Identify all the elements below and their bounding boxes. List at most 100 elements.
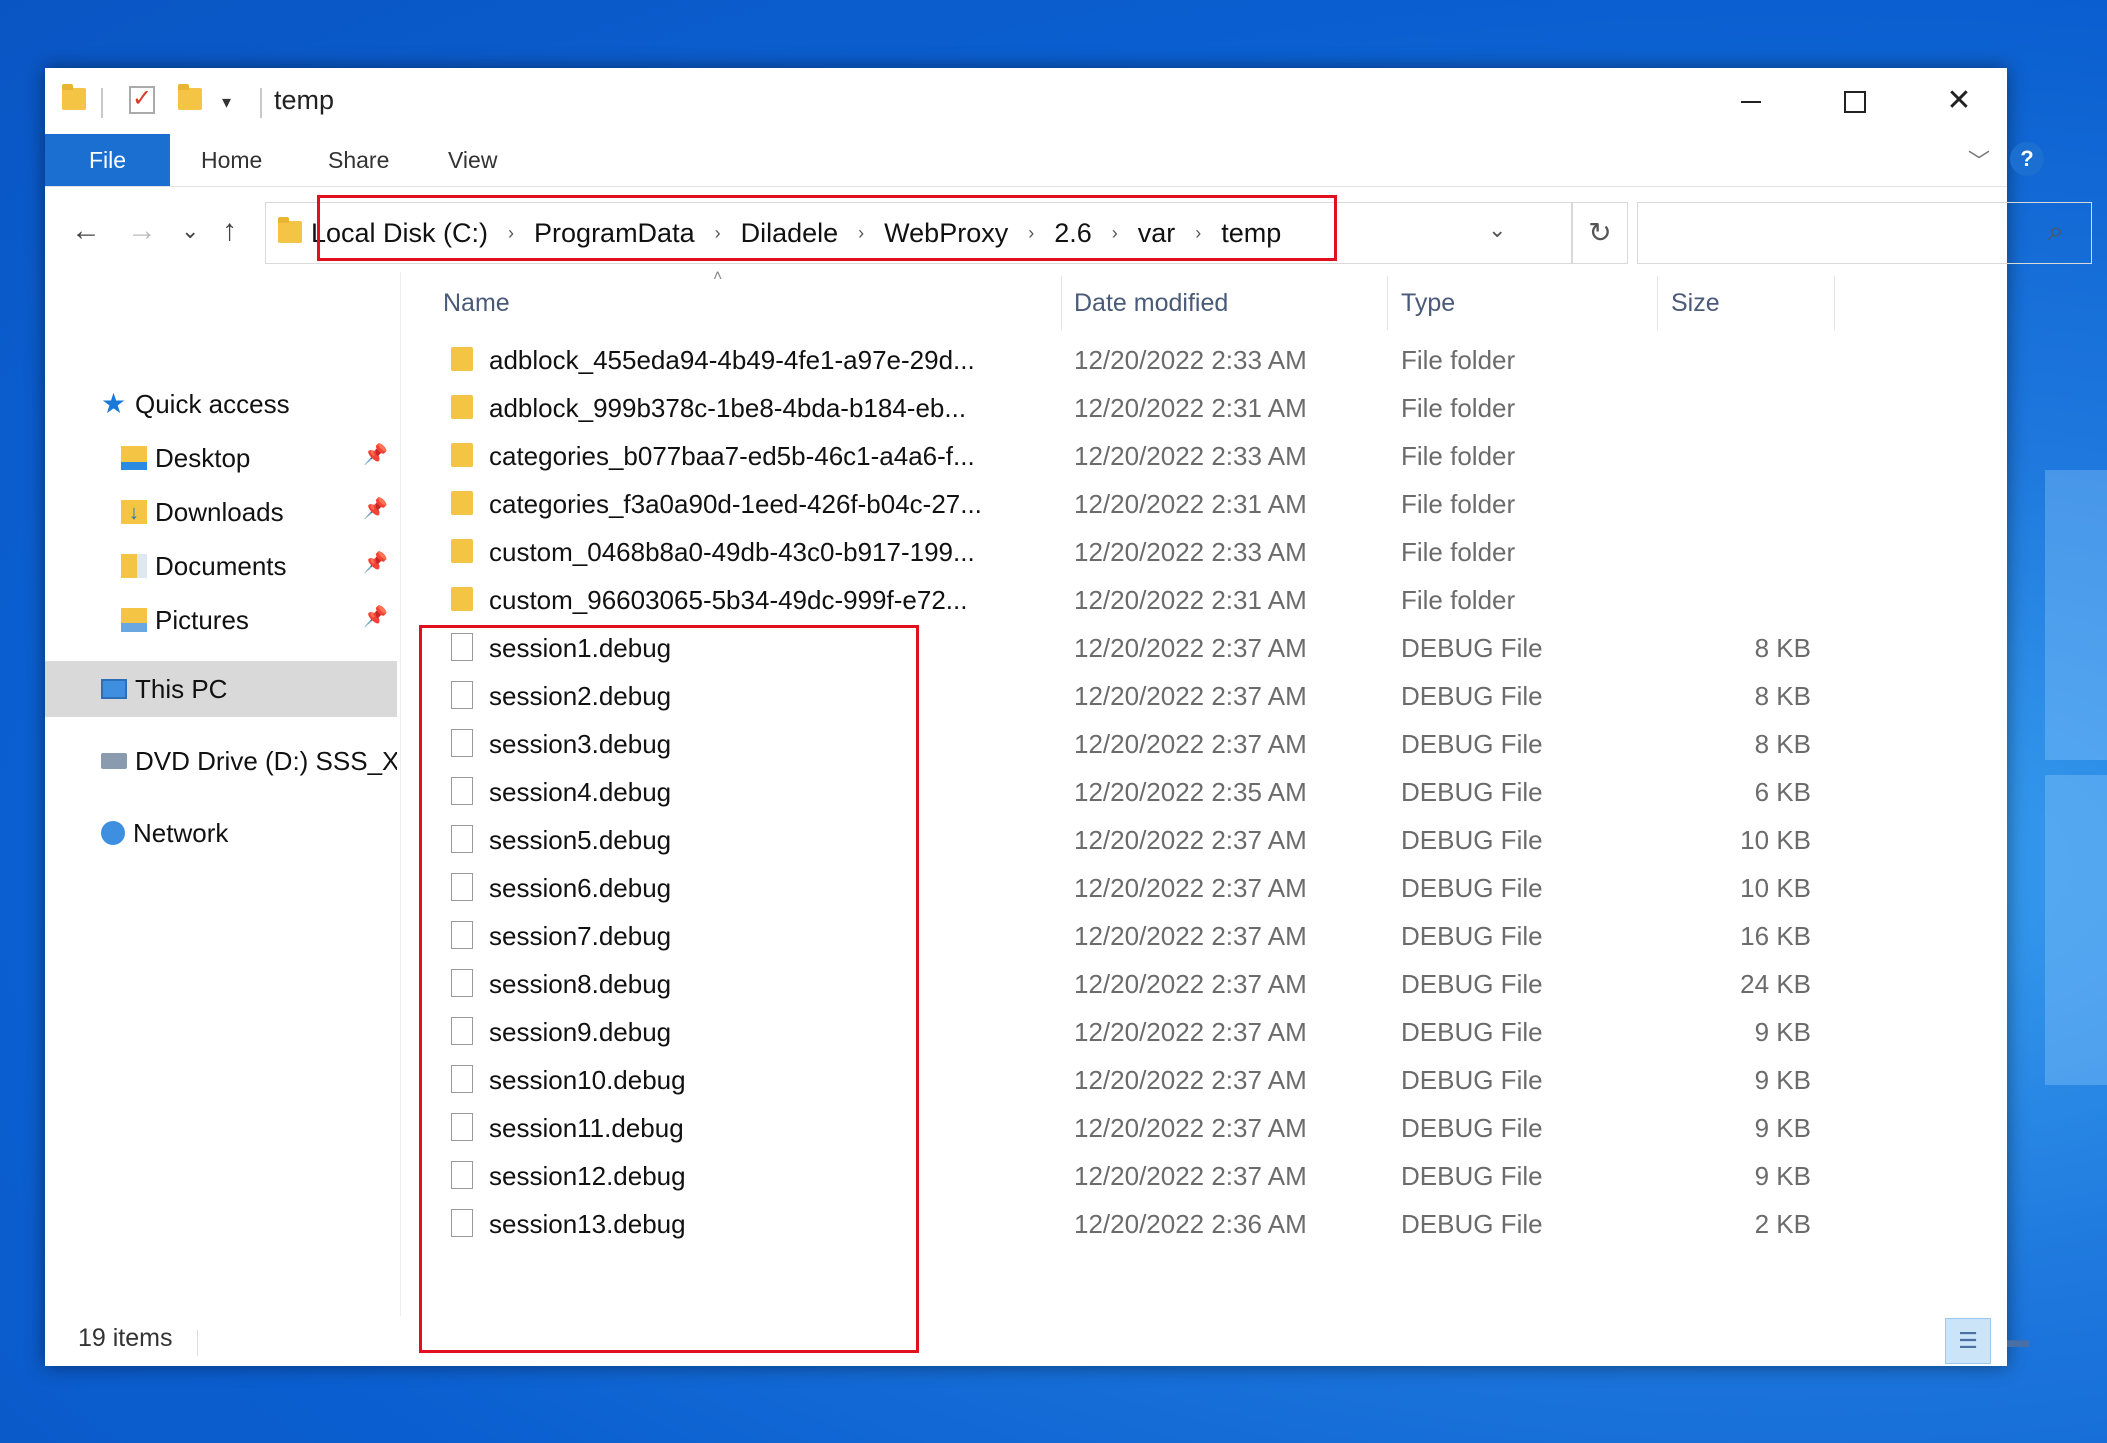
column-divider[interactable] <box>1657 276 1658 330</box>
column-header-date[interactable]: Date modified <box>1074 272 1228 334</box>
nav-quick-access[interactable]: ★ Quick access <box>101 379 290 429</box>
file-type: File folder <box>1401 537 1516 567</box>
tab-share[interactable]: Share <box>328 134 389 186</box>
file-list: ˄ Name Date modified Type Size adblock_4… <box>401 268 2007 1316</box>
file-size: 9 KB <box>1754 1113 1811 1143</box>
table-row[interactable]: session9.debug 12/20/2022 2:37 AM DEBUG Fi… <box>401 1008 2007 1056</box>
file-date-modified: 12/20/2022 2:31 AM <box>1074 585 1307 615</box>
forward-button[interactable]: → <box>127 214 157 248</box>
table-row[interactable]: categories_b077baa7-ed5b-46c1-a4a6-f... 1… <box>401 432 2007 480</box>
file-name: session6.debug <box>489 873 672 903</box>
crumb-separator-icon[interactable]: › <box>715 223 721 244</box>
file-date-modified: 12/20/2022 2:37 AM <box>1074 921 1307 951</box>
table-row[interactable]: session6.debug 12/20/2022 2:37 AM DEBUG Fi… <box>401 864 2007 912</box>
crumb-programdata[interactable]: ProgramData <box>534 218 695 249</box>
table-row[interactable]: session7.debug 12/20/2022 2:37 AM DEBUG Fi… <box>401 912 2007 960</box>
column-divider[interactable] <box>1834 276 1835 330</box>
file-size: 16 KB <box>1740 921 1811 951</box>
back-button[interactable]: ← <box>71 214 101 248</box>
table-row[interactable]: categories_f3a0a90d-1eed-426f-b04c-27...… <box>401 480 2007 528</box>
large-icons-view-button[interactable]: ▬ <box>1995 1318 2041 1364</box>
file-name: custom_0468b8a0-49db-43c0-b917-199... <box>489 537 975 567</box>
crumb-webproxy[interactable]: WebProxy <box>884 218 1008 249</box>
recent-locations-button[interactable]: ⌄ <box>181 218 199 244</box>
table-row[interactable]: session11.debug 12/20/2022 2:37 AM DEBUG F… <box>401 1104 2007 1152</box>
table-row[interactable]: session8.debug 12/20/2022 2:37 AM DEBUG Fi… <box>401 960 2007 1008</box>
nav-this-pc[interactable]: This PC <box>101 664 227 714</box>
nav-downloads[interactable]: ↓ Downloads <box>121 487 284 537</box>
table-row[interactable]: session12.debug 12/20/2022 2:37 AM DEBUG F… <box>401 1152 2007 1200</box>
location-folder-icon <box>278 217 302 243</box>
crumb-separator-icon[interactable]: › <box>1195 223 1201 244</box>
table-row[interactable]: adblock_455eda94-4b49-4fe1-a97e-29d... 12… <box>401 336 2007 384</box>
file-name: custom_96603065-5b34-49dc-999f-e72... <box>489 585 968 615</box>
address-history-dropdown-icon[interactable]: ⌄ <box>1488 217 1506 243</box>
nav-desktop[interactable]: Desktop <box>121 433 250 483</box>
nav-documents[interactable]: Documents <box>121 541 287 591</box>
crumb-separator-icon[interactable]: › <box>858 223 864 244</box>
pin-icon[interactable]: 📌 <box>363 442 388 467</box>
table-row[interactable]: session5.debug 12/20/2022 2:37 AM DEBUG Fi… <box>401 816 2007 864</box>
pin-icon[interactable]: 📌 <box>363 604 388 629</box>
table-row[interactable]: session1.debug 12/20/2022 2:37 AM DEBUG Fi… <box>401 624 2007 672</box>
nav-network-label: Network <box>133 818 229 848</box>
file-icon <box>451 873 473 901</box>
column-divider[interactable] <box>1387 276 1388 330</box>
file-type: File folder <box>1401 585 1516 615</box>
title-bar[interactable]: ✓ ▾ temp ✕ <box>45 68 2007 134</box>
help-icon[interactable]: ? <box>2010 142 2044 176</box>
file-name: session12.debug <box>489 1161 686 1191</box>
file-date-modified: 12/20/2022 2:37 AM <box>1074 1017 1307 1047</box>
crumb-diladele[interactable]: Diladele <box>741 218 839 249</box>
table-row[interactable]: session4.debug 12/20/2022 2:35 AM DEBUG Fi… <box>401 768 2007 816</box>
maximize-button[interactable] <box>1803 68 1907 134</box>
column-header-name[interactable]: Name <box>401 272 1061 334</box>
pin-icon[interactable]: 📌 <box>363 496 388 521</box>
pin-icon[interactable]: 📌 <box>363 550 388 575</box>
crumb-var[interactable]: var <box>1138 218 1176 249</box>
minimize-button[interactable] <box>1699 68 1803 134</box>
expand-ribbon-chevron-icon[interactable]: ﹀ <box>1968 144 1990 176</box>
folder-icon <box>451 491 473 515</box>
nav-dvd-drive[interactable]: DVD Drive (D:) SSS_X6 <box>101 736 397 786</box>
folder-icon <box>451 587 473 611</box>
details-view-button[interactable]: ☰ <box>1945 1318 1991 1364</box>
table-row[interactable]: session13.debug 12/20/2022 2:36 AM DEBUG F… <box>401 1200 2007 1248</box>
column-header-size[interactable]: Size <box>1671 272 1720 334</box>
nav-desktop-label: Desktop <box>155 443 251 473</box>
crumb-separator-icon[interactable]: › <box>1112 223 1118 244</box>
file-type: DEBUG File <box>1401 921 1543 951</box>
new-folder-icon[interactable] <box>178 84 202 110</box>
desktop-icon <box>121 446 147 471</box>
table-row[interactable]: custom_96603065-5b34-49dc-999f-e72... 12/… <box>401 576 2007 624</box>
file-type: DEBUG File <box>1401 633 1543 663</box>
nav-pictures[interactable]: Pictures <box>121 595 249 645</box>
nav-pictures-label: Pictures <box>155 605 249 635</box>
computer-icon <box>101 679 127 700</box>
crumb-temp[interactable]: temp <box>1221 218 1281 249</box>
crumb-separator-icon[interactable]: › <box>1028 223 1034 244</box>
file-icon <box>451 1065 473 1093</box>
up-button[interactable]: ↑ <box>222 214 237 248</box>
table-row[interactable]: session2.debug 12/20/2022 2:37 AM DEBUG Fi… <box>401 672 2007 720</box>
refresh-button[interactable]: ↻ <box>1572 202 1628 264</box>
crumb-version[interactable]: 2.6 <box>1054 218 1092 249</box>
tab-file[interactable]: File <box>45 134 170 186</box>
nav-network[interactable]: Network <box>101 808 228 858</box>
column-divider[interactable] <box>1061 276 1062 330</box>
table-row[interactable]: session10.debug 12/20/2022 2:37 AM DEBUG F… <box>401 1056 2007 1104</box>
column-header-type[interactable]: Type <box>1401 272 1455 334</box>
tab-view[interactable]: View <box>448 134 497 186</box>
crumb-separator-icon[interactable]: › <box>508 223 514 244</box>
table-row[interactable]: custom_0468b8a0-49db-43c0-b917-199... 12/… <box>401 528 2007 576</box>
crumb-local-disk[interactable]: Local Disk (C:) <box>311 218 488 249</box>
customize-quick-access-dropdown[interactable]: ▾ <box>222 92 231 113</box>
close-button[interactable]: ✕ <box>1907 68 2011 134</box>
tab-home[interactable]: Home <box>201 134 262 186</box>
search-input[interactable]: ⌕ <box>1637 202 2092 264</box>
address-bar[interactable]: Local Disk (C:) › ProgramData › Diladele… <box>265 202 1572 264</box>
minimize-icon <box>1741 101 1761 104</box>
table-row[interactable]: adblock_999b378c-1be8-4bda-b184-eb... 12/… <box>401 384 2007 432</box>
table-row[interactable]: session3.debug 12/20/2022 2:37 AM DEBUG Fi… <box>401 720 2007 768</box>
properties-check-icon[interactable]: ✓ <box>129 86 155 114</box>
